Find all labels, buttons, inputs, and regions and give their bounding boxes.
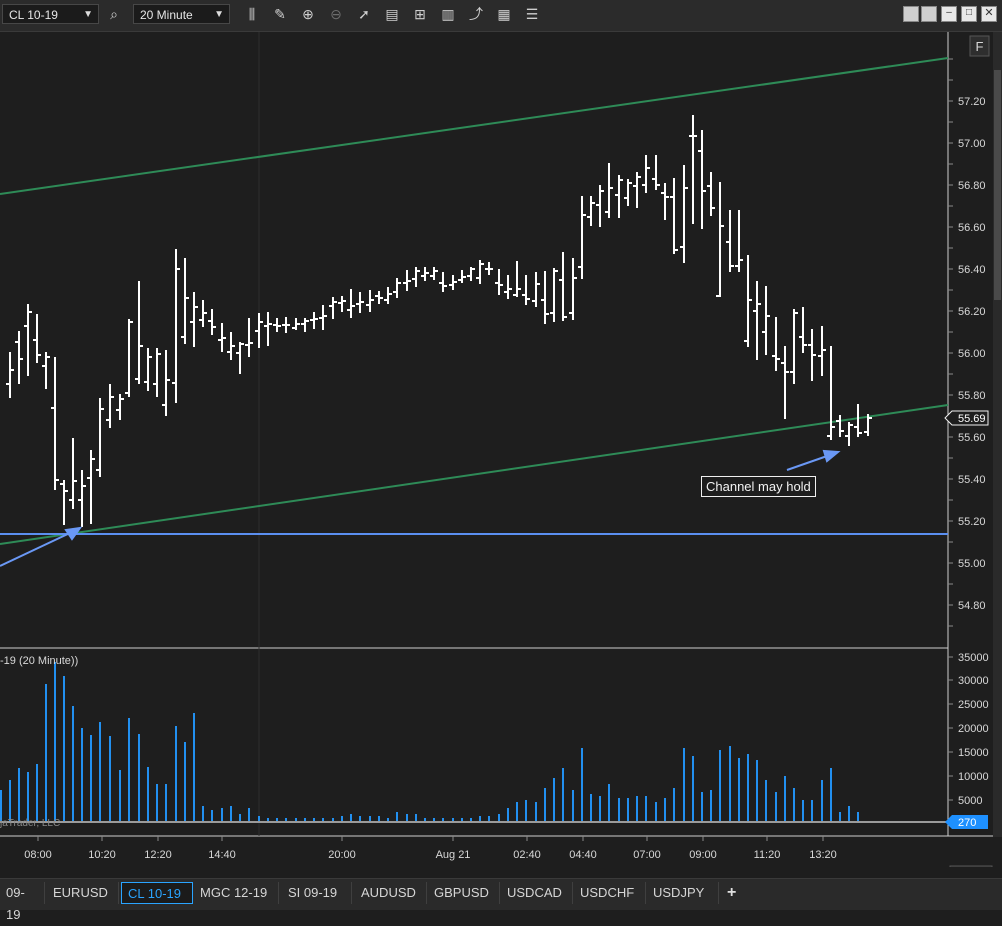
strategies-icon[interactable]: ⤴ bbox=[467, 5, 485, 23]
data-box-icon[interactable]: ▤ bbox=[383, 5, 401, 23]
price-chart[interactable]: F 57.20 57.00 56.80 56.60 56.40 56.20 56… bbox=[0, 32, 1002, 867]
time-axis: 08:00 10:20 12:20 14:40 20:00 Aug 21 02:… bbox=[24, 849, 837, 861]
price-tick-label: 55.20 bbox=[958, 516, 986, 528]
price-tick-label: 55.00 bbox=[958, 558, 986, 570]
last-volume-label: 270 bbox=[958, 817, 976, 829]
tab-si-09-19-partial[interactable]: 09-19 bbox=[0, 882, 45, 922]
chevron-down-icon: ▼ bbox=[83, 9, 93, 20]
search-icon[interactable]: ⌕ bbox=[105, 5, 123, 23]
pencil-icon[interactable]: ✎ bbox=[271, 5, 289, 23]
time-tick-label: Aug 21 bbox=[436, 849, 471, 861]
maximize-button[interactable]: □ bbox=[961, 6, 977, 22]
zoom-in-icon[interactable]: ⊕ bbox=[299, 5, 317, 23]
price-axis-ticks bbox=[948, 58, 953, 627]
time-tick-label: 02:40 bbox=[513, 849, 541, 861]
tab-eurusd[interactable]: EURUSD bbox=[47, 882, 119, 904]
price-tick-label: 57.00 bbox=[958, 138, 986, 150]
annotation-label[interactable]: Channel may hold bbox=[701, 476, 816, 497]
list-icon[interactable]: ☰ bbox=[523, 5, 541, 23]
bars-icon[interactable]: ⫼ bbox=[243, 5, 261, 23]
price-tick-label: 56.20 bbox=[958, 306, 986, 318]
price-tick-label: 54.80 bbox=[958, 600, 986, 612]
price-tick-label: 55.80 bbox=[958, 390, 986, 402]
time-tick-label: 13:20 bbox=[809, 849, 837, 861]
time-tick-label: 20:00 bbox=[328, 849, 356, 861]
scrollbar-thumb[interactable] bbox=[994, 70, 1001, 300]
volume-tick-label: 35000 bbox=[958, 652, 989, 664]
instrument-selector[interactable]: CL 10-19 ▼ bbox=[2, 4, 99, 24]
last-price-label: 55.69 bbox=[958, 413, 986, 425]
window-link-button[interactable] bbox=[921, 6, 937, 22]
price-tick-label: 56.00 bbox=[958, 348, 986, 360]
tab-cl-10-19[interactable]: CL 10-19 bbox=[121, 882, 193, 904]
tab-audusd[interactable]: AUDUSD bbox=[355, 882, 427, 904]
price-axis: 57.20 57.00 56.80 56.60 56.40 56.20 56.0… bbox=[958, 96, 986, 612]
volume-axis-ticks bbox=[948, 656, 953, 801]
volume-axis: 35000 30000 25000 20000 15000 10000 5000 bbox=[958, 652, 989, 807]
time-tick-label: 04:40 bbox=[569, 849, 597, 861]
chevron-down-icon: ▼ bbox=[214, 9, 224, 20]
price-tick-label: 55.40 bbox=[958, 474, 986, 486]
volume-tick-label: 25000 bbox=[958, 699, 989, 711]
time-tick-label: 11:20 bbox=[754, 849, 781, 861]
minimize-button[interactable]: – bbox=[941, 6, 957, 22]
tab-mgc-12-19[interactable]: MGC 12-19 bbox=[194, 882, 279, 904]
time-tick-label: 14:40 bbox=[208, 849, 236, 861]
tab-usdchf[interactable]: USDCHF bbox=[574, 882, 646, 904]
horizontal-scrollbar[interactable] bbox=[949, 865, 993, 867]
volume-tick-label: 5000 bbox=[958, 795, 982, 807]
price-panel bbox=[0, 32, 948, 647]
volume-tick-label: 30000 bbox=[958, 675, 989, 687]
volume-panel-label: -19 (20 Minute)) bbox=[0, 655, 78, 667]
pointer-icon[interactable]: ➚ bbox=[355, 5, 373, 23]
interval-value: 20 Minute bbox=[140, 8, 193, 22]
close-button[interactable]: ✕ bbox=[981, 6, 997, 22]
indicators-icon[interactable]: ▥ bbox=[439, 5, 457, 23]
tab-si-09-19[interactable]: SI 09-19 bbox=[282, 882, 352, 904]
tab-usdcad[interactable]: USDCAD bbox=[501, 882, 573, 904]
time-tick-label: 10:20 bbox=[88, 849, 116, 861]
tab-usdjpy[interactable]: USDJPY bbox=[647, 882, 719, 904]
add-tab-button[interactable]: + bbox=[721, 882, 745, 904]
zoom-out-icon[interactable]: ⊖ bbox=[327, 5, 345, 23]
tab-gbpusd[interactable]: GBPUSD bbox=[428, 882, 500, 904]
price-tick-label: 55.60 bbox=[958, 432, 986, 444]
fix-scale-label: F bbox=[976, 39, 984, 54]
instrument-tabs: 09-19 EURUSD CL 10-19 MGC 12-19 SI 09-19… bbox=[0, 878, 1002, 922]
watermark: jaTrader, LLC bbox=[0, 818, 60, 829]
window-pin-button[interactable] bbox=[903, 6, 919, 22]
time-tick-label: 07:00 bbox=[633, 849, 661, 861]
properties-icon[interactable]: ▦ bbox=[495, 5, 513, 23]
price-tick-label: 56.60 bbox=[958, 222, 986, 234]
price-tick-label: 56.80 bbox=[958, 180, 986, 192]
volume-tick-label: 10000 bbox=[958, 771, 989, 783]
volume-tick-label: 20000 bbox=[958, 723, 989, 735]
time-tick-label: 08:00 bbox=[24, 849, 52, 861]
time-axis-ticks bbox=[37, 836, 824, 841]
chart-style-icon[interactable]: ⊞ bbox=[411, 5, 429, 23]
volume-tick-label: 15000 bbox=[958, 747, 989, 759]
time-tick-label: 12:20 bbox=[144, 849, 172, 861]
price-tick-label: 57.20 bbox=[958, 96, 986, 108]
instrument-value: CL 10-19 bbox=[9, 8, 58, 22]
chart-toolbar: CL 10-19 ▼ ⌕ 20 Minute ▼ ⫼ ✎ ⊕ ⊖ ➚ ▤ ⊞ ▥… bbox=[0, 0, 1002, 32]
volume-panel bbox=[0, 649, 948, 835]
price-tick-label: 56.40 bbox=[958, 264, 986, 276]
interval-selector[interactable]: 20 Minute ▼ bbox=[133, 4, 230, 24]
time-tick-label: 09:00 bbox=[689, 849, 717, 861]
